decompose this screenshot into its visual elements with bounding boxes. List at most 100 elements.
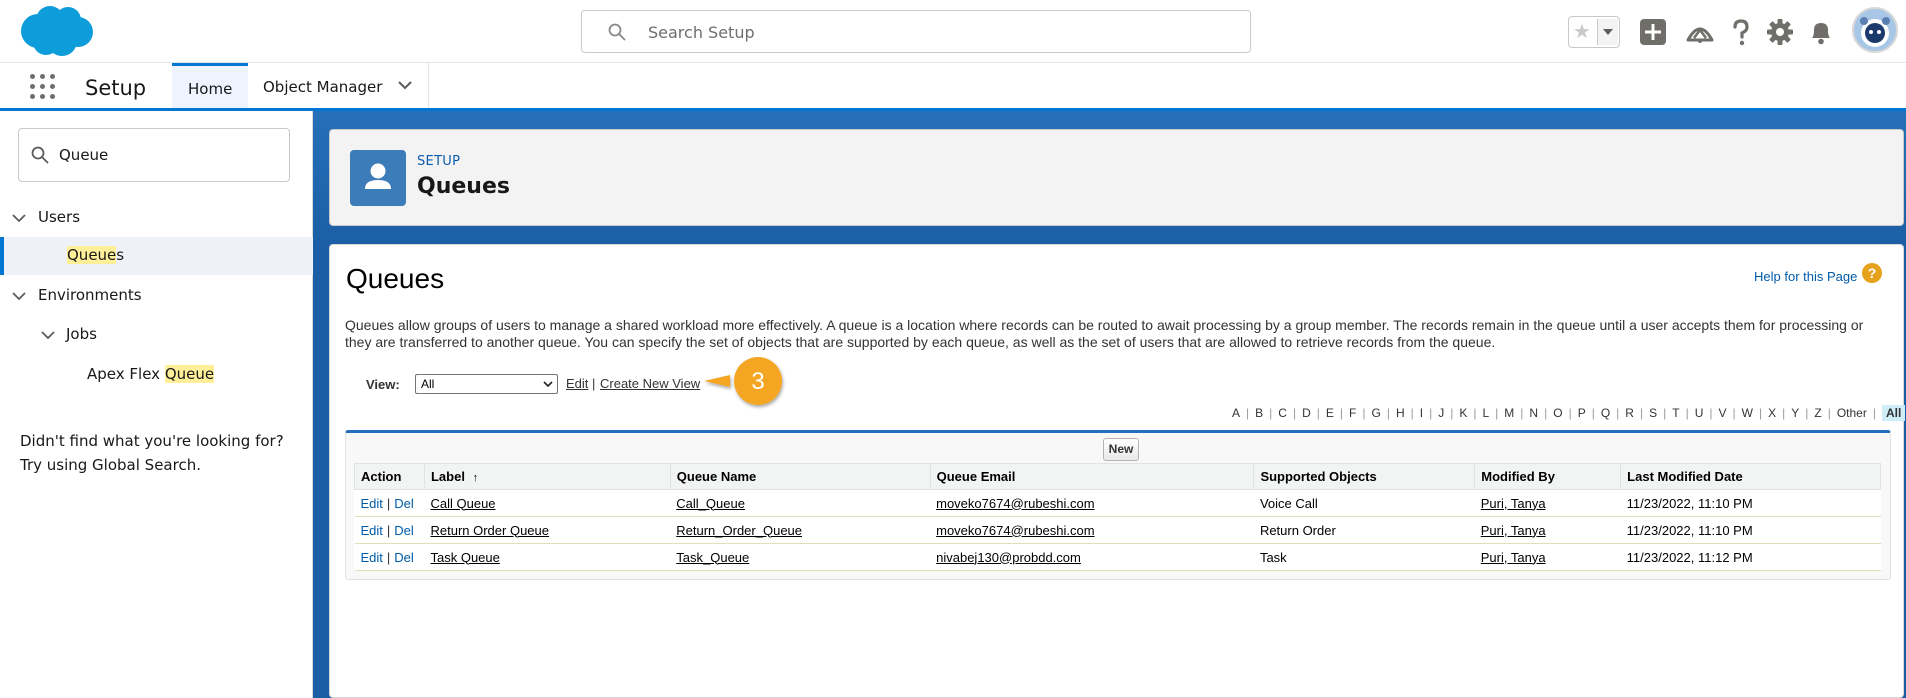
queue-email-link[interactable]: moveko7674@rubeshi.com — [936, 496, 1094, 511]
alphabet-filter: A | B | C | D | E | F | G | H | I | J | K | L | M | N | O | P | Q | R | S | T |… — [1232, 405, 1906, 423]
queue-email-link[interactable]: moveko7674@rubeshi.com — [936, 523, 1094, 538]
tab-home[interactable]: Home — [172, 63, 248, 108]
alpha-filter-o[interactable]: O — [1553, 406, 1562, 420]
help-icon[interactable] — [1725, 16, 1757, 48]
queue-table: Action Label ↑ Queue Name Queue Email Su… — [354, 463, 1881, 571]
alpha-filter-f[interactable]: F — [1349, 406, 1356, 420]
search-icon — [608, 23, 626, 41]
new-queue-button[interactable]: New — [1103, 438, 1139, 461]
edit-row-link[interactable]: Edit — [361, 523, 383, 538]
edit-view-link[interactable]: Edit — [566, 376, 588, 391]
alpha-separator: | — [1473, 406, 1477, 420]
breadcrumb[interactable]: SETUP — [417, 154, 460, 169]
alpha-separator: | — [1591, 406, 1595, 420]
setup-search-input[interactable]: Search Setup — [581, 10, 1251, 53]
alpha-filter-x[interactable]: X — [1768, 406, 1776, 420]
add-icon[interactable] — [1637, 16, 1669, 48]
alpha-filter-s[interactable]: S — [1649, 406, 1657, 420]
not-found-line-2: Try using Global Search. — [20, 456, 201, 474]
quick-find-input[interactable] — [59, 143, 279, 167]
delete-row-link[interactable]: Del — [394, 523, 414, 538]
salesforce-cloud-logo[interactable] — [18, 4, 94, 58]
alpha-filter-v[interactable]: V — [1719, 406, 1727, 420]
tab-object-manager[interactable]: Object Manager — [248, 63, 429, 108]
alpha-separator: | — [1339, 406, 1344, 420]
queue-label-link[interactable]: Return Order Queue — [430, 523, 549, 538]
alpha-filter-g[interactable]: G — [1371, 406, 1380, 420]
edit-row-link[interactable]: Edit — [361, 550, 383, 565]
alpha-filter-y[interactable]: Y — [1791, 406, 1799, 420]
alpha-separator: | — [1685, 406, 1689, 420]
alpha-filter-z[interactable]: Z — [1814, 406, 1821, 420]
col-modified-by[interactable]: Modified By — [1474, 463, 1622, 490]
chevron-down-icon[interactable] — [40, 327, 56, 343]
tree-node-queues[interactable]: Queues — [0, 237, 313, 275]
queue-name-link[interactable]: Return_Order_Queue — [676, 523, 802, 538]
col-queue-email[interactable]: Queue Email — [929, 463, 1255, 490]
alpha-filter-other[interactable]: Other — [1837, 406, 1867, 420]
queue-name-link[interactable]: Call_Queue — [676, 496, 745, 511]
alpha-filter-n[interactable]: N — [1529, 406, 1538, 420]
alpha-filter-a[interactable]: A — [1232, 406, 1240, 420]
alpha-filter-c[interactable]: C — [1278, 406, 1287, 420]
delete-row-link[interactable]: Del — [394, 496, 414, 511]
content-card: Queues Help for this Page ? Queues allow… — [329, 244, 1904, 698]
bell-icon[interactable] — [1805, 16, 1837, 48]
alpha-separator: | — [1292, 406, 1297, 420]
modified-by-link[interactable]: Puri, Tanya — [1481, 496, 1546, 511]
not-found-hint: Didn't find what you're looking for? Try… — [20, 429, 310, 477]
modified-date-cell: 11/23/2022, 11:10 PM — [1620, 516, 1881, 544]
alpha-filter-t[interactable]: T — [1672, 406, 1679, 420]
gear-icon[interactable] — [1764, 16, 1796, 48]
queue-label-link[interactable]: Call Queue — [430, 496, 495, 511]
col-label[interactable]: Label ↑ — [423, 463, 671, 490]
delete-row-link[interactable]: Del — [394, 550, 414, 565]
alpha-filter-u[interactable]: U — [1695, 406, 1704, 420]
view-select[interactable]: All — [415, 374, 558, 394]
alpha-filter-i[interactable]: I — [1420, 406, 1423, 420]
app-launcher-icon[interactable] — [29, 73, 57, 101]
favorites-dropdown-icon[interactable] — [1597, 19, 1618, 45]
chevron-down-icon[interactable] — [11, 288, 27, 304]
col-last-modified-date[interactable]: Last Modified Date — [1620, 463, 1881, 490]
alpha-filter-b[interactable]: B — [1255, 406, 1263, 420]
chevron-down-icon[interactable] — [396, 76, 414, 94]
help-icon[interactable]: ? — [1862, 263, 1882, 283]
queue-name-link[interactable]: Task_Queue — [676, 550, 749, 565]
create-new-view-link[interactable]: Create New View — [600, 376, 700, 391]
alpha-filter-d[interactable]: D — [1302, 406, 1311, 420]
alpha-filter-q[interactable]: Q — [1601, 406, 1610, 420]
alpha-filter-k[interactable]: K — [1459, 406, 1467, 420]
alpha-filter-m[interactable]: M — [1504, 406, 1514, 420]
alpha-filter-p[interactable]: P — [1578, 406, 1586, 420]
alpha-filter-l[interactable]: L — [1482, 406, 1489, 420]
app-nav-bar: Setup Home Object Manager — [0, 63, 1906, 111]
alpha-separator: | — [1732, 406, 1736, 420]
trailhead-icon[interactable] — [1684, 16, 1716, 48]
help-for-page-link[interactable]: Help for this Page — [1754, 269, 1857, 284]
content-title: Queues — [346, 263, 445, 294]
modified-by-link[interactable]: Puri, Tanya — [1481, 550, 1546, 565]
alpha-filter-h[interactable]: H — [1396, 406, 1405, 420]
tree-node-jobs[interactable]: Jobs — [0, 316, 313, 354]
alpha-separator: | — [1616, 406, 1620, 420]
queue-email-link[interactable]: nivabej130@probdd.com — [936, 550, 1081, 565]
chevron-down-icon[interactable] — [11, 210, 27, 226]
queue-label-link[interactable]: Task Queue — [430, 550, 499, 565]
alpha-separator: | — [1410, 406, 1414, 420]
supported-objects-cell: Task — [1253, 543, 1475, 571]
alpha-filter-e[interactable]: E — [1326, 406, 1334, 420]
alpha-filter-j[interactable]: J — [1438, 406, 1444, 420]
quick-find-box[interactable] — [18, 128, 290, 182]
modified-by-link[interactable]: Puri, Tanya — [1481, 523, 1546, 538]
favorite-star-icon[interactable]: ★ — [1569, 17, 1595, 47]
col-queue-name[interactable]: Queue Name — [669, 463, 931, 490]
alpha-filter-w[interactable]: W — [1742, 406, 1753, 420]
edit-row-link[interactable]: Edit — [361, 496, 383, 511]
user-avatar[interactable] — [1852, 7, 1898, 53]
alpha-filter-r[interactable]: R — [1625, 406, 1634, 420]
tree-node-users[interactable]: Users — [0, 199, 313, 237]
tree-node-apex-flex-queue[interactable]: Apex Flex Queue — [0, 356, 313, 394]
tree-node-environments[interactable]: Environments — [0, 277, 313, 315]
alpha-filter-all[interactable]: All — [1881, 405, 1906, 421]
